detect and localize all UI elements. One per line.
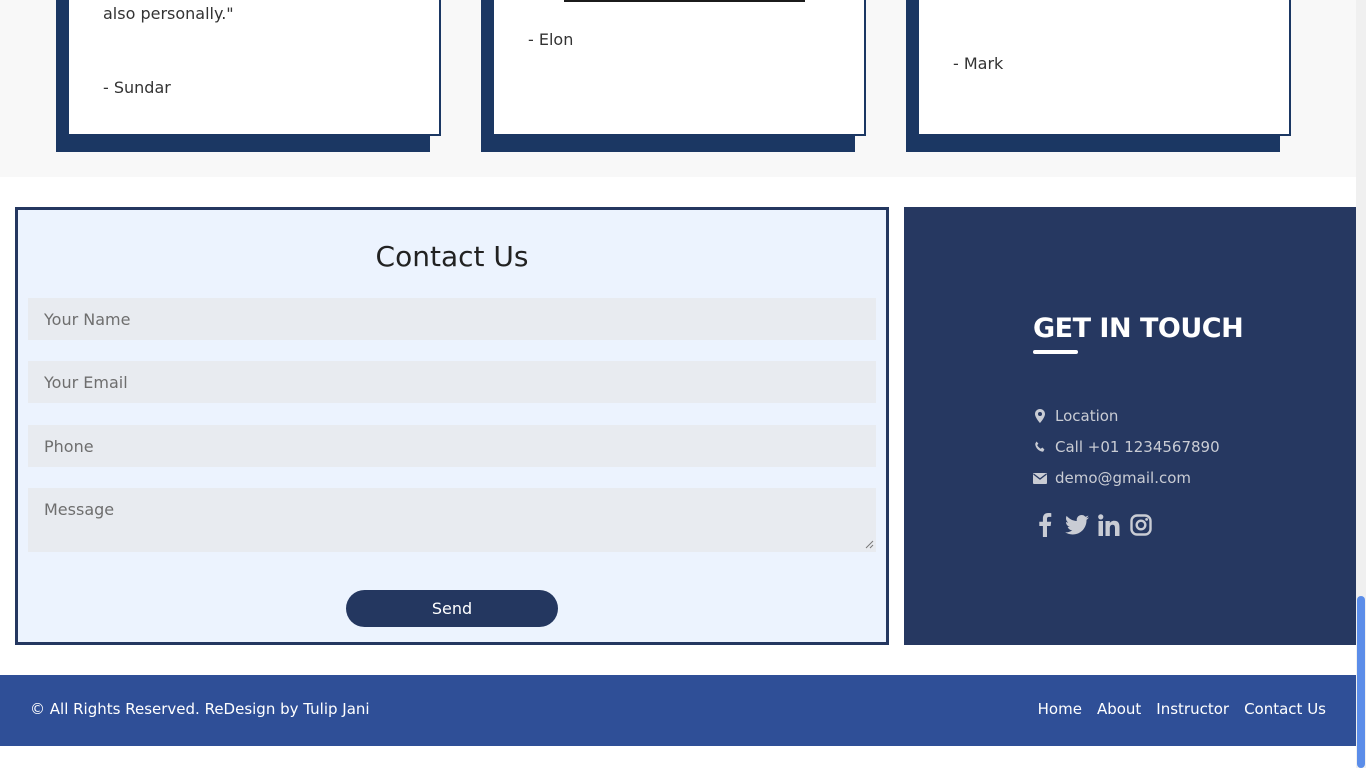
testimonials-section: also personally." - Sundar - Elon - Mark bbox=[0, 0, 1356, 177]
envelope-icon bbox=[1033, 471, 1047, 485]
copyright-text: © All Rights Reserved. ReDesign by Tulip… bbox=[30, 700, 370, 718]
get-in-touch-panel: GET IN TOUCH Location Call +01 123456789… bbox=[904, 207, 1356, 645]
footer-link-instructor[interactable]: Instructor bbox=[1156, 700, 1229, 718]
page: also personally." - Sundar - Elon - Mark… bbox=[0, 0, 1366, 768]
phone-input[interactable] bbox=[28, 425, 876, 467]
testimonial-author: - Sundar bbox=[103, 78, 171, 97]
testimonial-card-sundar: also personally." - Sundar bbox=[56, 0, 441, 152]
vertical-scrollbar[interactable] bbox=[1356, 0, 1366, 768]
send-button[interactable]: Send bbox=[346, 590, 558, 627]
location-row: Location bbox=[1033, 407, 1118, 425]
phone-text: Call +01 1234567890 bbox=[1055, 438, 1220, 456]
phone-icon bbox=[1033, 440, 1047, 454]
message-textarea[interactable] bbox=[28, 488, 876, 552]
facebook-icon[interactable] bbox=[1033, 512, 1057, 538]
testimonial-author: - Elon bbox=[528, 30, 574, 49]
site-footer: © All Rights Reserved. ReDesign by Tulip… bbox=[0, 675, 1356, 746]
location-text: Location bbox=[1055, 407, 1119, 425]
email-input[interactable] bbox=[28, 361, 876, 403]
email-text: demo@gmail.com bbox=[1055, 469, 1192, 487]
card-body: - Mark bbox=[917, 0, 1291, 136]
testimonial-card-elon: - Elon bbox=[481, 0, 866, 152]
title-underline bbox=[1033, 350, 1078, 354]
instagram-icon[interactable] bbox=[1129, 512, 1153, 538]
resize-handle-icon[interactable] bbox=[864, 539, 874, 549]
testimonial-author: - Mark bbox=[953, 54, 1004, 73]
contact-title: Contact Us bbox=[375, 240, 529, 273]
phone-row: Call +01 1234567890 bbox=[1033, 438, 1220, 456]
get-in-touch-title: GET IN TOUCH bbox=[1033, 313, 1244, 344]
card-body: also personally." - Sundar bbox=[67, 0, 441, 136]
scrollbar-thumb[interactable] bbox=[1357, 596, 1365, 768]
name-input[interactable] bbox=[28, 298, 876, 340]
footer-link-contact-us[interactable]: Contact Us bbox=[1244, 700, 1326, 718]
testimonial-quote: also personally." bbox=[103, 4, 234, 23]
map-marker-icon bbox=[1033, 409, 1047, 423]
contact-form: Contact Us Send bbox=[15, 207, 889, 645]
footer-nav: Home About Instructor Contact Us bbox=[1038, 700, 1326, 718]
footer-link-about[interactable]: About bbox=[1097, 700, 1141, 718]
footer-link-home[interactable]: Home bbox=[1038, 700, 1082, 718]
social-links bbox=[1033, 512, 1153, 538]
testimonial-card-mark: - Mark bbox=[906, 0, 1291, 152]
quote-divider bbox=[564, 0, 805, 2]
linkedin-icon[interactable] bbox=[1097, 512, 1121, 538]
twitter-icon[interactable] bbox=[1065, 512, 1089, 538]
email-row: demo@gmail.com bbox=[1033, 469, 1191, 487]
card-body: - Elon bbox=[492, 0, 866, 136]
